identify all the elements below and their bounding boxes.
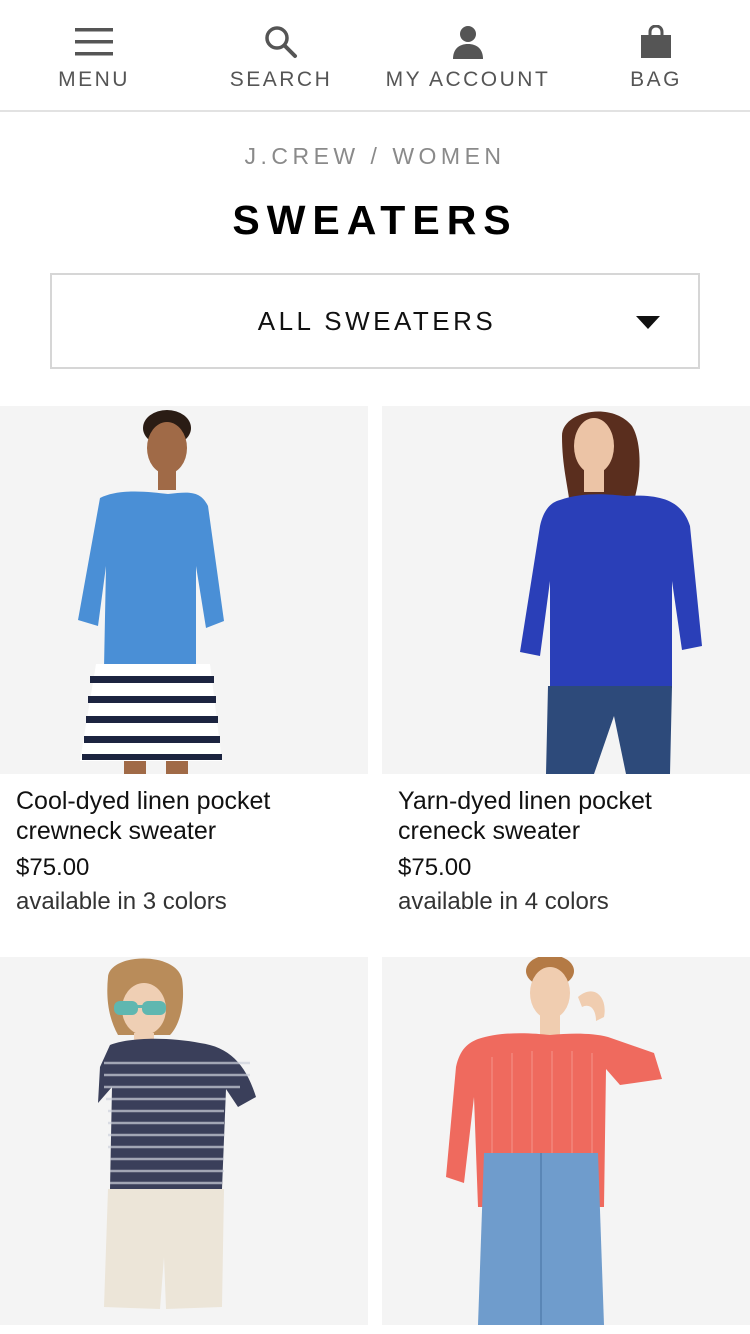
product-image[interactable] <box>382 957 750 1325</box>
search-button[interactable]: SEARCH <box>222 0 340 110</box>
breadcrumb: J.CREW / WOMEN <box>0 143 750 170</box>
product-color-count: available in 4 colors <box>398 888 609 915</box>
my-account-label: MY ACCOUNT <box>385 68 551 91</box>
breadcrumb-women-link[interactable]: WOMEN <box>392 143 505 169</box>
product-image[interactable] <box>382 406 750 774</box>
menu-button[interactable]: MENU <box>38 0 150 110</box>
shopping-bag-icon <box>640 22 672 62</box>
caret-down-icon <box>636 316 660 329</box>
hamburger-menu-icon <box>75 22 113 62</box>
product-image[interactable] <box>0 406 368 774</box>
top-navigation: MENU SEARCH MY ACCOUNT BAG <box>0 0 750 112</box>
bag-label: BAG <box>630 68 682 91</box>
search-label: SEARCH <box>229 68 333 91</box>
product-price: $75.00 <box>398 854 472 881</box>
menu-label: MENU <box>58 68 130 91</box>
category-filter-dropdown[interactable]: ALL SWEATERS <box>50 273 700 369</box>
search-icon <box>264 22 298 62</box>
bag-button[interactable]: BAG <box>610 0 702 110</box>
category-filter-value: ALL SWEATERS <box>257 306 497 336</box>
my-account-button[interactable]: MY ACCOUNT <box>380 0 556 110</box>
product-price: $75.00 <box>16 854 90 881</box>
breadcrumb-separator: / <box>359 143 393 169</box>
product-image[interactable] <box>0 957 368 1325</box>
product-name[interactable]: Yarn-dyed linen pocket creneck sweater <box>398 786 738 846</box>
page-title: SWEATERS <box>232 197 518 243</box>
breadcrumb-brand-link[interactable]: J.CREW <box>244 143 359 169</box>
product-color-count: available in 3 colors <box>16 888 227 915</box>
product-name[interactable]: Cool-dyed linen pocket crewneck sweater <box>16 786 356 846</box>
user-icon <box>452 22 484 62</box>
